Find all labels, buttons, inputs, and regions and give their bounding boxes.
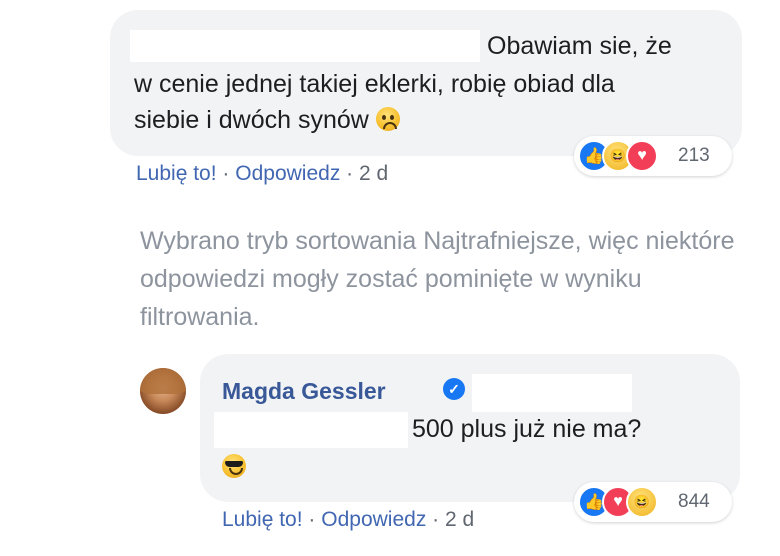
filter-note: Wybrano tryb sortowania Najtrafniejsze, … (140, 227, 735, 331)
reaction-summary[interactable]: 👍 ♥ 😆 844 (574, 482, 732, 522)
comment-emoji-line (222, 448, 246, 486)
redacted-text (214, 412, 408, 448)
separator: · (346, 162, 354, 185)
redacted-text (472, 374, 632, 412)
separator: · (308, 508, 316, 531)
comment-text-line: siebie i dwóch synów (134, 101, 400, 139)
comment-actions: Lubię to! · Odpowiedz · 2 d (222, 508, 474, 532)
separator: · (432, 508, 440, 531)
timestamp-link[interactable]: 2 d (445, 508, 474, 531)
comment-text: 500 plus już nie ma? (412, 415, 642, 443)
separator: · (222, 162, 230, 185)
reaction-summary[interactable]: 👍 😆 ♥ 213 (574, 136, 732, 176)
like-link[interactable]: Lubię to! (222, 508, 303, 531)
avatar[interactable] (140, 368, 186, 414)
comment-actions: Lubię to! · Odpowiedz · 2 d (136, 162, 388, 186)
like-link[interactable]: Lubię to! (136, 162, 217, 185)
timestamp-link[interactable]: 2 d (359, 162, 388, 185)
comment-text-line: w cenie jednej takiej eklerki, robię obi… (134, 70, 615, 98)
author-name[interactable]: Magda Gessler (222, 378, 386, 405)
haha-icon: 😆 (626, 486, 658, 518)
reaction-count: 844 (678, 491, 710, 512)
comment-text-line: Obawiam sie, że (487, 32, 672, 60)
reply-link[interactable]: Odpowiedz (235, 162, 340, 185)
sunglasses-face-icon (222, 454, 246, 478)
verified-badge-icon: ✓ (443, 378, 465, 400)
reply-link[interactable]: Odpowiedz (321, 508, 426, 531)
frowning-face-icon (375, 107, 400, 131)
comment-text-end: siebie i dwóch synów (134, 106, 369, 134)
redacted-name (130, 30, 480, 62)
reaction-count: 213 (678, 145, 710, 166)
love-icon: ♥ (626, 140, 658, 172)
